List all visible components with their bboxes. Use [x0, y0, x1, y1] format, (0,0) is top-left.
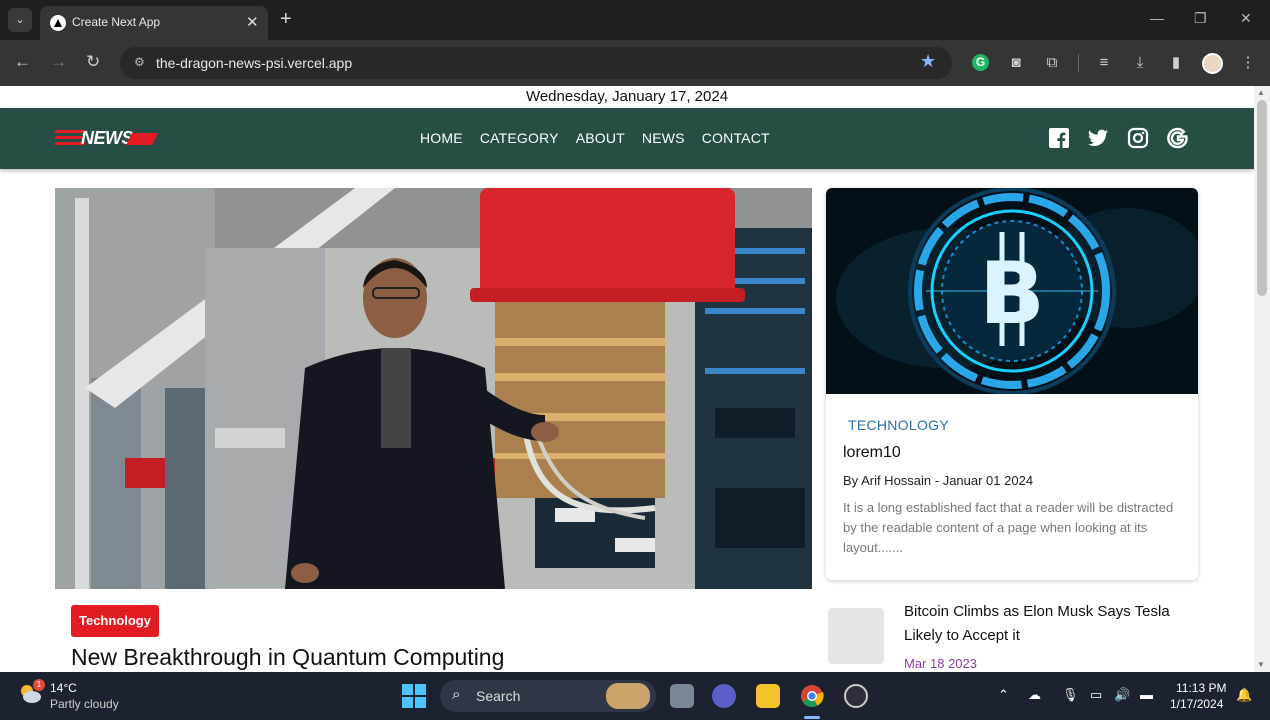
bitcoin-image: B	[826, 188, 1198, 394]
windows-start-icon[interactable]	[402, 684, 426, 708]
category-badge[interactable]: Technology	[71, 605, 159, 637]
news-logo[interactable]: NEWS	[54, 128, 158, 150]
search-label: Search	[476, 688, 521, 704]
new-tab-icon[interactable]: +	[280, 8, 292, 31]
tab-title: Create Next App	[72, 15, 161, 29]
mini-thumbnail	[828, 608, 884, 664]
toolbar-separator	[1078, 54, 1079, 72]
mini-title[interactable]: Bitcoin Climbs as Elon Musk Says Tesla L…	[904, 600, 1204, 648]
main-menu: HOME CATEGORY ABOUT NEWS CONTACT	[420, 130, 787, 146]
nextjs-favicon-icon	[50, 15, 66, 31]
browser-tab[interactable]: Create Next App ✕	[40, 6, 268, 40]
site-info-icon[interactable]: ⚙	[134, 55, 150, 71]
clock-date[interactable]: 1/17/2024	[1170, 697, 1223, 711]
weather-condition[interactable]: Partly cloudy	[50, 697, 119, 711]
side-article-card[interactable]: B TECHNOLOGY lorem10 By Arif Hossain - J…	[826, 188, 1198, 580]
twitter-icon[interactable]	[1087, 127, 1109, 149]
tab-search-icon[interactable]: ⌄	[8, 8, 32, 32]
chrome-icon[interactable]	[800, 684, 824, 708]
quantum-computer-photo	[55, 188, 812, 589]
page-viewport: Wednesday, January 17, 2024 NEWS HOME CA…	[0, 86, 1254, 672]
tray-chevron-icon[interactable]: ⌃	[998, 687, 1009, 703]
microphone-icon[interactable]: 🎙	[1062, 687, 1079, 703]
scroll-down-icon[interactable]: ▼	[1257, 660, 1265, 669]
teams-icon[interactable]	[712, 684, 736, 708]
side-article-image: B	[826, 188, 1198, 394]
site-navbar: NEWS HOME CATEGORY ABOUT NEWS CONTACT	[0, 108, 1254, 169]
restore-icon[interactable]: ❐	[1194, 10, 1207, 27]
side-panel-icon[interactable]: ▮	[1166, 53, 1186, 73]
hero-article-body: Technology New Breakthrough in Quantum C…	[55, 589, 812, 672]
scrollbar-thumb[interactable]	[1257, 100, 1267, 296]
download-icon[interactable]: ⤓	[1130, 53, 1150, 73]
bookmark-star-icon[interactable]: ★	[920, 51, 936, 72]
side-category[interactable]: TECHNOLOGY	[848, 417, 949, 433]
current-date: Wednesday, January 17, 2024	[525, 88, 729, 105]
camera-extension-icon[interactable]: ◙	[1006, 53, 1026, 73]
browser-tab-bar: ⌄ Create Next App ✕ + — ❐ ✕	[0, 0, 1270, 40]
browser-toolbar: ← → ↻ ⚙ the-dragon-news-psi.vercel.app ★…	[0, 40, 1270, 86]
active-app-indicator	[804, 716, 820, 719]
minimize-icon[interactable]: —	[1150, 10, 1164, 26]
list-item[interactable]: Bitcoin Climbs as Elon Musk Says Tesla L…	[826, 594, 1198, 672]
address-bar[interactable]: ⚙ the-dragon-news-psi.vercel.app ★	[120, 47, 952, 79]
temperature[interactable]: 14°C	[50, 681, 77, 695]
svg-text:B: B	[979, 244, 1045, 344]
network-icon[interactable]: ▭	[1090, 687, 1102, 703]
grammarly-extension-icon[interactable]: G	[972, 54, 989, 71]
taskbar-search[interactable]: ⌕ Search	[440, 680, 656, 712]
logo-text: NEWS	[81, 128, 134, 148]
battery-icon[interactable]: ▬	[1140, 687, 1153, 702]
media-control-icon[interactable]: ≡	[1094, 53, 1114, 73]
hero-article-image[interactable]	[55, 188, 812, 589]
extensions-puzzle-icon[interactable]: ⧉	[1042, 53, 1062, 73]
menu-about[interactable]: ABOUT	[576, 130, 625, 146]
app-icon[interactable]	[844, 684, 868, 708]
cloud-icon[interactable]: ☁	[1028, 687, 1041, 703]
side-title[interactable]: lorem10	[843, 444, 901, 462]
tab-close-icon[interactable]: ✕	[246, 13, 259, 31]
task-view-icon[interactable]	[670, 684, 694, 708]
forward-icon[interactable]: →	[50, 52, 67, 72]
file-explorer-icon[interactable]	[756, 684, 780, 708]
menu-home[interactable]: HOME	[420, 130, 463, 146]
menu-category[interactable]: CATEGORY	[480, 130, 559, 146]
menu-contact[interactable]: CONTACT	[702, 130, 770, 146]
hero-title[interactable]: New Breakthrough in Quantum Computing	[71, 644, 504, 671]
side-author-line: By Arif Hossain - Januar 01 2024	[843, 473, 1034, 488]
scroll-up-icon[interactable]: ▲	[1257, 88, 1265, 97]
browser-menu-icon[interactable]: ⋮	[1238, 53, 1258, 73]
logo-tail	[126, 133, 158, 145]
notification-bell-icon[interactable]: 🔔	[1236, 687, 1252, 703]
side-excerpt: It is a long established fact that a rea…	[843, 500, 1174, 555]
clock-time[interactable]: 11:13 PM	[1176, 681, 1226, 695]
facebook-icon[interactable]	[1048, 127, 1070, 149]
search-icon: ⌕	[452, 686, 461, 703]
page-scrollbar[interactable]: ▲ ▼	[1254, 86, 1270, 672]
window-close-icon[interactable]: ✕	[1240, 10, 1252, 27]
google-icon[interactable]	[1167, 127, 1189, 149]
volume-icon[interactable]: 🔊	[1114, 687, 1130, 703]
url-text[interactable]: the-dragon-news-psi.vercel.app	[156, 55, 352, 71]
reload-icon[interactable]: ↻	[86, 52, 100, 72]
back-icon[interactable]: ←	[14, 52, 31, 72]
menu-news[interactable]: NEWS	[642, 130, 685, 146]
search-highlight-image	[606, 683, 650, 709]
instagram-icon[interactable]	[1127, 127, 1149, 149]
profile-avatar[interactable]	[1202, 53, 1223, 74]
windows-taskbar: 1 14°C Partly cloudy ⌕ Search ⌃ ☁ 🎙 ▭ 🔊 …	[0, 672, 1270, 720]
weather-notification-badge: 1	[33, 679, 45, 691]
mini-date: Mar 18 2023	[904, 656, 977, 671]
